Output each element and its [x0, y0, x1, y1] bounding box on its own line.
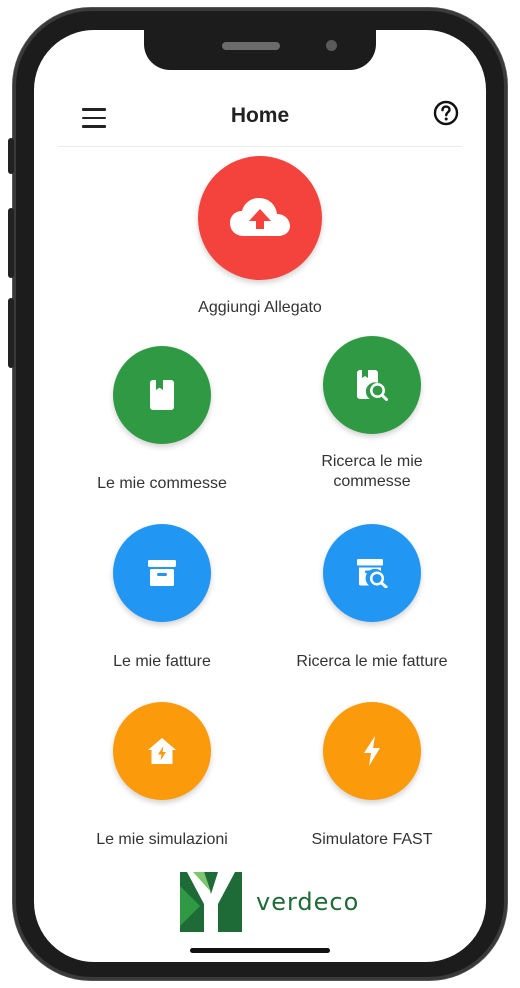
- my-simulations-tile[interactable]: Le mie simulazioni: [74, 702, 250, 850]
- my-invoices-tile[interactable]: Le mie fatture: [74, 524, 250, 672]
- app-screen: Home Aggiungi Allegato Le mie commesse R…: [34, 30, 486, 962]
- brand-name: verdeco: [256, 888, 360, 916]
- volume-down-button: [8, 298, 14, 368]
- search-orders-label-line1: Ricerca le mie: [321, 453, 423, 470]
- add-attachment-tile[interactable]: Aggiungi Allegato: [160, 156, 360, 318]
- add-attachment-button[interactable]: [198, 156, 322, 280]
- phone-notch: [144, 30, 376, 70]
- fast-simulator-tile[interactable]: Simulatore FAST: [274, 702, 470, 850]
- archive-search-icon: [357, 559, 388, 588]
- search-invoices-label: Ricerca le mie fatture: [296, 653, 448, 670]
- cloud-upload-icon: [230, 198, 290, 236]
- my-orders-tile[interactable]: Le mie commesse: [74, 346, 250, 494]
- fast-simulator-button[interactable]: [323, 702, 421, 800]
- add-attachment-label: Aggiungi Allegato: [198, 299, 322, 316]
- home-indicator[interactable]: [190, 948, 330, 953]
- my-orders-button[interactable]: [113, 346, 211, 444]
- search-invoices-button[interactable]: [323, 524, 421, 622]
- search-invoices-tile[interactable]: Ricerca le mie fatture: [270, 524, 474, 672]
- verdeco-logo-mark: [180, 872, 242, 932]
- app-header: Home: [34, 90, 486, 146]
- help-circle-icon[interactable]: [433, 100, 459, 126]
- search-orders-button[interactable]: [323, 336, 421, 434]
- verdeco-logo: verdeco: [180, 872, 380, 932]
- fast-simulator-label: Simulatore FAST: [311, 831, 433, 848]
- mute-switch: [8, 138, 14, 174]
- home-energy-icon: [148, 738, 176, 764]
- lightning-bolt-icon: [364, 736, 380, 766]
- speaker-grille: [222, 42, 280, 50]
- page-title: Home: [230, 104, 290, 127]
- my-simulations-button[interactable]: [113, 702, 211, 800]
- volume-up-button: [8, 208, 14, 278]
- header-divider: [58, 146, 462, 147]
- front-camera: [326, 40, 337, 51]
- my-simulations-label: Le mie simulazioni: [96, 831, 228, 848]
- bookmark-document-icon: [150, 380, 174, 410]
- my-invoices-button[interactable]: [113, 524, 211, 622]
- my-orders-label: Le mie commesse: [97, 475, 227, 492]
- my-invoices-label: Le mie fatture: [113, 653, 211, 670]
- search-orders-tile[interactable]: Ricerca le mie commesse: [274, 336, 470, 492]
- search-orders-label-line2: commesse: [333, 473, 411, 490]
- search-orders-label: Ricerca le mie commesse: [274, 452, 470, 492]
- archive-box-icon: [148, 560, 176, 586]
- document-search-icon: [357, 370, 388, 401]
